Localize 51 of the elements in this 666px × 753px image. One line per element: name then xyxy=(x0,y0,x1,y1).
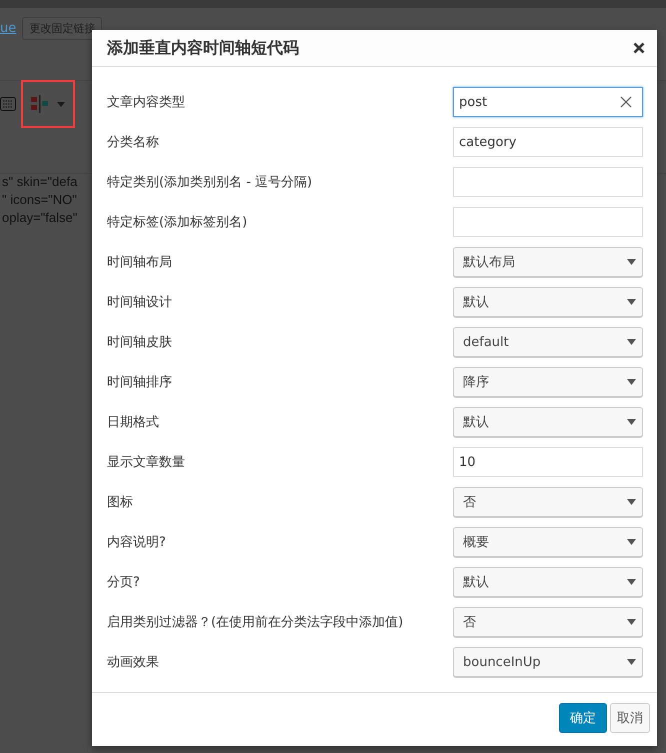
field-label: 分类名称 xyxy=(107,134,159,151)
timeline-shortcode-button[interactable] xyxy=(21,80,75,128)
field-label: 特定标签(添加标签别名) xyxy=(107,214,248,231)
dropdown[interactable]: 降序 xyxy=(453,367,643,397)
dropdown[interactable]: default xyxy=(453,327,643,357)
caret-icon xyxy=(627,299,636,305)
field-label: 启用类别过滤器？(在使用前在分类法字段中添加值) xyxy=(107,614,404,631)
dropdown[interactable]: 默认布局 xyxy=(453,247,643,277)
caret-icon xyxy=(627,419,636,425)
caret-icon xyxy=(627,579,636,585)
text-field[interactable] xyxy=(453,167,643,197)
close-icon[interactable] xyxy=(633,42,645,54)
dropdown[interactable]: 否 xyxy=(453,607,643,637)
field-label: 文章内容类型 xyxy=(107,94,185,111)
field-label: 时间轴排序 xyxy=(107,374,172,391)
field-label: 显示文章数量 xyxy=(107,454,185,471)
caret-icon xyxy=(627,539,636,545)
text-field[interactable]: 10 xyxy=(453,447,643,477)
caret-icon xyxy=(627,659,636,665)
field-label: 内容说明? xyxy=(107,534,166,551)
dropdown[interactable]: bounceInUp xyxy=(453,647,643,677)
code-line: s" skin="defa xyxy=(1,174,78,189)
dropdown[interactable]: 否 xyxy=(453,487,643,517)
field-label: 时间轴设计 xyxy=(107,294,172,311)
dropdown[interactable]: 默认 xyxy=(453,567,643,597)
cancel-button[interactable]: 取消 xyxy=(610,703,650,733)
dialog-title: 添加垂直内容时间轴短代码 xyxy=(107,38,299,58)
field-label: 动画效果 xyxy=(107,654,159,671)
clear-icon[interactable] xyxy=(620,96,632,108)
caret-icon xyxy=(627,619,636,625)
text-field[interactable]: post xyxy=(453,87,643,117)
text-field[interactable] xyxy=(453,207,643,237)
code-line: oplay="false" xyxy=(1,210,78,225)
field-label: 特定类别(添加类别别名 - 逗号分隔) xyxy=(107,174,312,191)
caret-icon xyxy=(627,499,636,505)
caret-icon xyxy=(57,102,65,106)
keyboard-icon[interactable] xyxy=(0,94,17,114)
field-label: 时间轴皮肤 xyxy=(107,334,172,351)
dropdown[interactable]: 默认 xyxy=(453,407,643,437)
field-label: 分页? xyxy=(107,574,140,591)
code-line: " icons="NO" xyxy=(1,192,77,207)
dropdown[interactable]: 概要 xyxy=(453,527,643,557)
text-field[interactable]: category xyxy=(453,127,643,157)
field-label: 时间轴布局 xyxy=(107,254,172,271)
field-label: 日期格式 xyxy=(107,414,159,431)
dropdown[interactable]: 默认 xyxy=(453,287,643,317)
field-label: 图标 xyxy=(107,494,133,511)
caret-icon xyxy=(627,339,636,345)
caret-icon xyxy=(627,259,636,265)
caret-icon xyxy=(627,379,636,385)
confirm-button[interactable]: 确定 xyxy=(559,703,607,733)
